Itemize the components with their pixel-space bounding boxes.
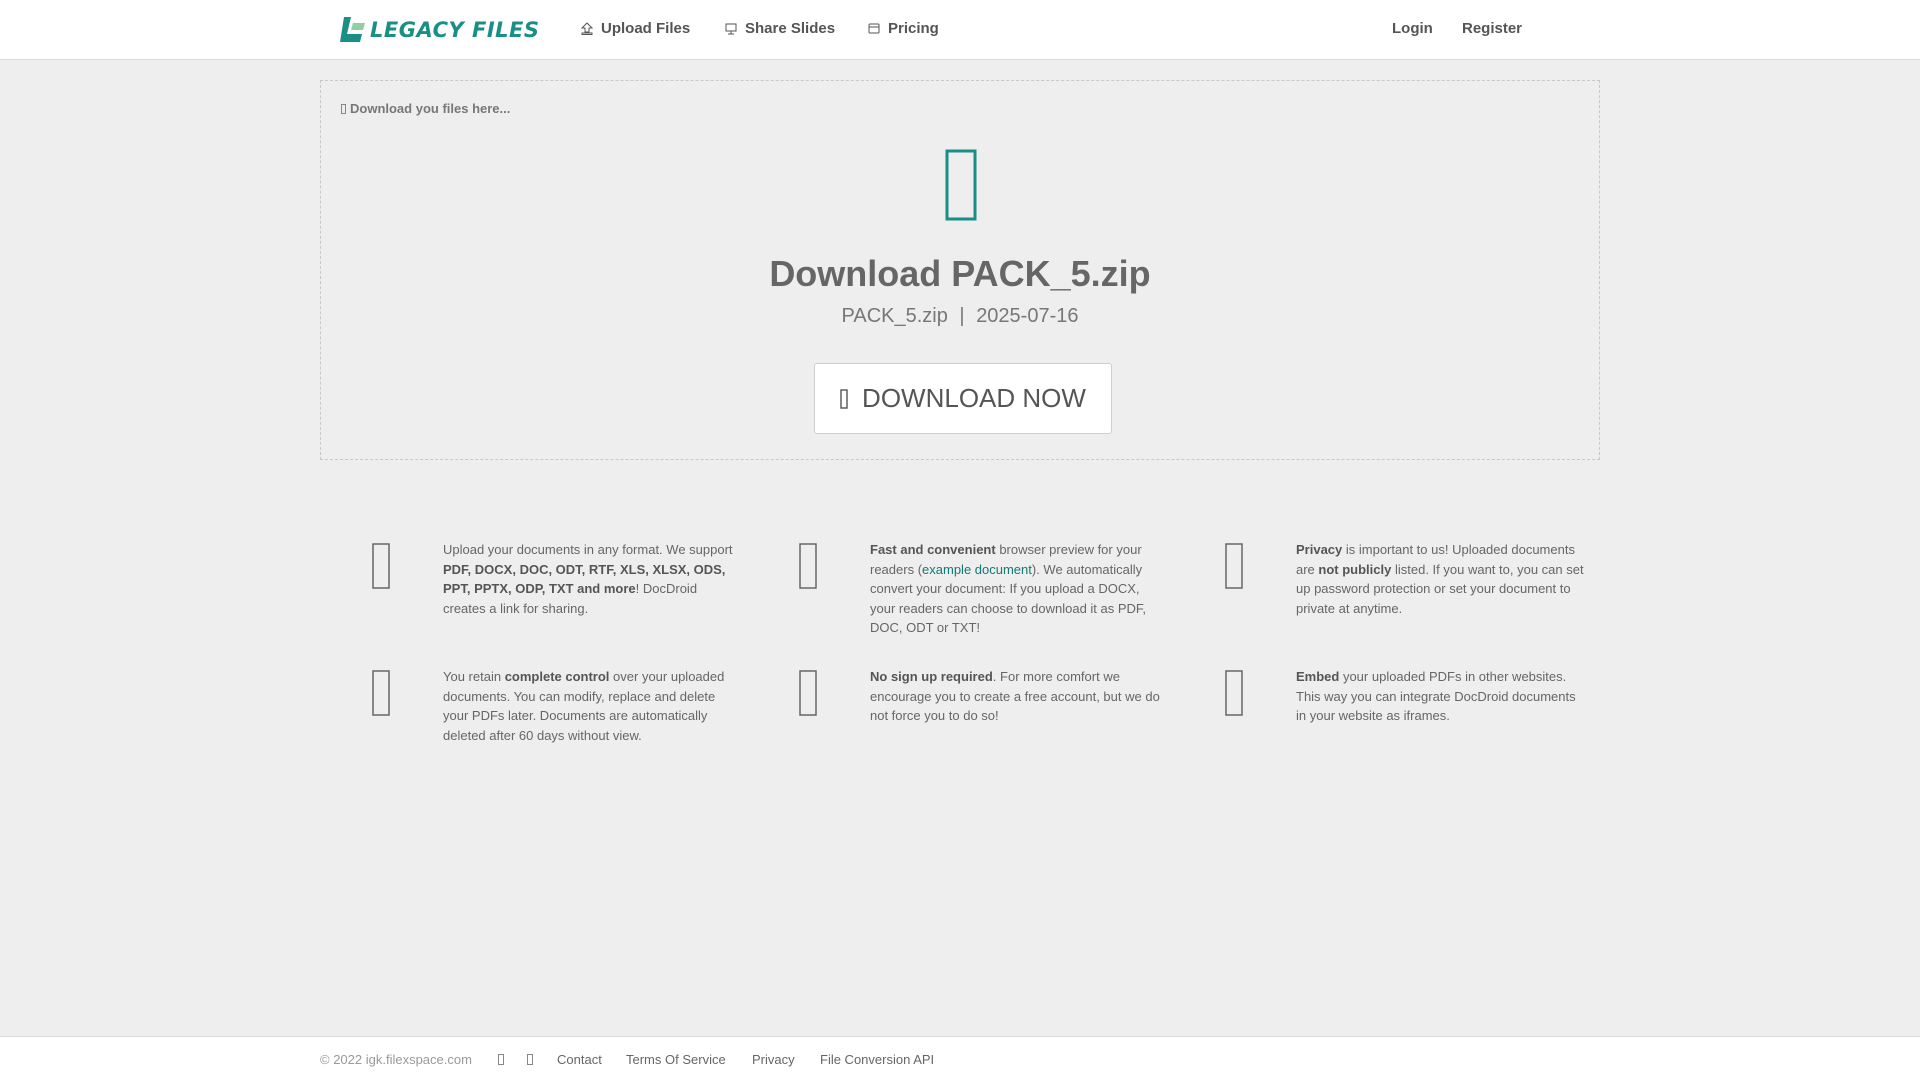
panel-hint: Download you files here... — [341, 101, 510, 116]
privacy-icon — [1225, 543, 1243, 589]
feature-no-signup-text: No sign up required. For more comfort we… — [870, 669, 1160, 723]
info-icon — [341, 103, 346, 114]
control-icon — [372, 670, 390, 716]
nav-share-slides-label: Share Slides — [745, 20, 836, 37]
feature-embed: Embed your uploaded PDFs in other websit… — [1296, 667, 1586, 726]
slides-icon — [725, 23, 737, 35]
preview-icon — [799, 543, 817, 589]
logo-text: LEGACY FILES — [370, 18, 540, 42]
login-link[interactable]: Login — [1392, 20, 1433, 37]
download-icon — [840, 388, 848, 409]
nav-upload-files[interactable]: Upload Files — [581, 20, 690, 37]
social-icon-1[interactable] — [498, 1054, 504, 1065]
footer-link-conversion-api[interactable]: File Conversion API — [820, 1052, 934, 1067]
nav-upload-files-label: Upload Files — [601, 20, 691, 37]
meta-separator: | — [959, 305, 965, 327]
no-signup-icon — [799, 670, 817, 716]
nav-share-slides[interactable]: Share Slides — [725, 20, 835, 37]
footer-link-privacy[interactable]: Privacy — [752, 1052, 795, 1067]
feature-privacy-text: Privacy is important to us! Uploaded doc… — [1296, 542, 1584, 616]
social-icon-2[interactable] — [527, 1054, 533, 1065]
footer-link-terms[interactable]: Terms Of Service — [626, 1052, 726, 1067]
panel-hint-text: Download you files here... — [350, 101, 511, 116]
footer: © 2022 igk.filexspace.com Contact Terms … — [0, 1036, 1920, 1080]
upload-icon — [581, 22, 593, 35]
file-meta: PACK_5.zip | 2025-07-16 — [321, 305, 1599, 328]
nav-pricing-label: Pricing — [888, 20, 939, 37]
file-name: PACK_5.zip — [841, 305, 948, 327]
top-navbar: LEGACY FILES Upload Files Share Slides P… — [0, 0, 1920, 60]
download-panel: Download you files here... Download PACK… — [320, 80, 1600, 460]
pricing-icon — [868, 23, 880, 34]
site-logo[interactable]: LEGACY FILES — [338, 14, 540, 46]
download-title: Download PACK_5.zip — [769, 253, 1151, 294]
feature-privacy: Privacy is important to us! Uploaded doc… — [1296, 540, 1586, 618]
feature-embed-text: Embed your uploaded PDFs in other websit… — [1296, 669, 1576, 723]
feature-control: You retain complete control over your up… — [443, 667, 733, 745]
feature-no-signup: No sign up required. For more comfort we… — [870, 667, 1160, 726]
nav-pricing[interactable]: Pricing — [868, 20, 939, 37]
example-document-link[interactable]: example document — [922, 562, 1032, 577]
feature-formats: Upload your documents in any format. We … — [443, 540, 733, 618]
upload-document-icon — [372, 543, 390, 589]
register-link[interactable]: Register — [1462, 20, 1522, 37]
file-date: 2025-07-16 — [976, 305, 1079, 327]
footer-link-contact[interactable]: Contact — [557, 1052, 602, 1067]
feature-control-text: You retain complete control over your up… — [443, 669, 725, 743]
feature-preview: Fast and convenient browser preview for … — [870, 540, 1160, 638]
download-now-label: DOWNLOAD NOW — [862, 383, 1086, 413]
logo-icon — [340, 17, 365, 42]
copyright-text: © 2022 igk.filexspace.com — [320, 1052, 472, 1067]
feature-formats-text: Upload your documents in any format. We … — [443, 542, 733, 616]
feature-preview-text: Fast and convenient browser preview for … — [870, 542, 1147, 635]
embed-icon — [1225, 670, 1243, 716]
file-icon — [945, 149, 977, 221]
download-now-button[interactable]: DOWNLOAD NOW — [814, 363, 1112, 434]
